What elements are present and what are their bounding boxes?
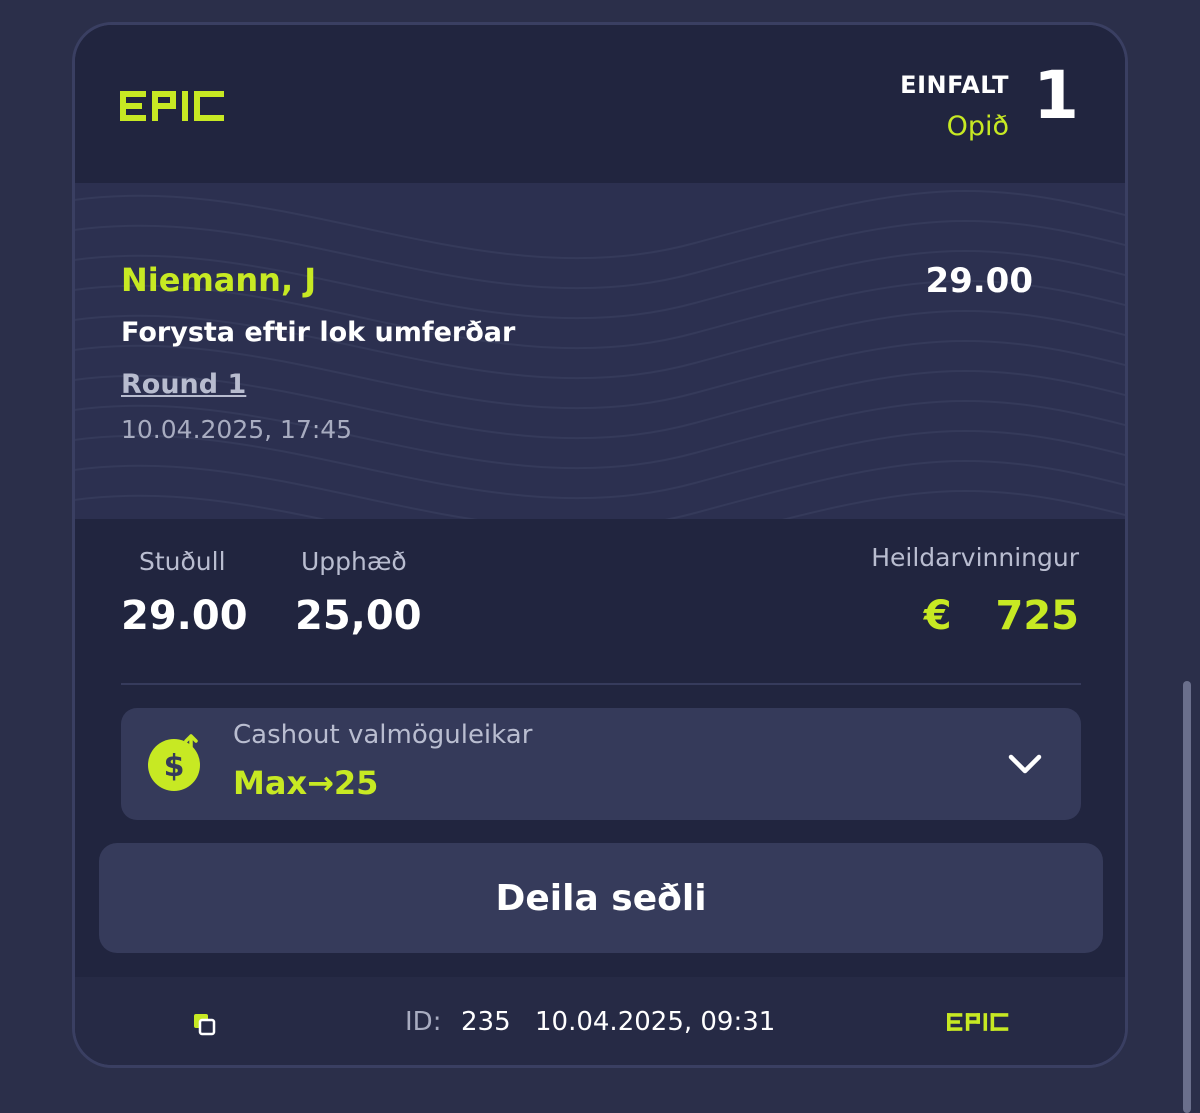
epic-logo xyxy=(120,91,224,121)
cashout-title: Cashout valmöguleikar xyxy=(233,720,533,750)
bet-slip-footer: ID: 235 10.04.2025, 09:31 xyxy=(75,977,1125,1065)
chevron-down-icon[interactable] xyxy=(1005,744,1045,784)
divider xyxy=(121,683,1081,685)
bet-slip-card: EINFALT Opið 1 Niemann, J Forysta eftir … xyxy=(72,22,1128,1068)
event-link[interactable]: Round 1 xyxy=(121,369,246,400)
winnings-amount: € 725 xyxy=(924,593,1079,639)
selection-odds: 29.00 xyxy=(925,261,1033,301)
id-label: ID: xyxy=(405,1007,442,1037)
epic-logo-small xyxy=(947,1013,1009,1031)
cashout-options-dropdown[interactable]: $ Cashout valmöguleikar Max→25 xyxy=(121,708,1081,820)
scrollbar[interactable] xyxy=(1183,681,1191,1113)
winnings-value: 725 xyxy=(995,593,1080,639)
odds-value: 29.00 xyxy=(121,593,248,639)
winnings-label: Heildarvinningur xyxy=(871,543,1079,572)
wave-pattern xyxy=(75,190,1125,519)
selection-count: 1 xyxy=(1033,57,1079,134)
share-slip-button[interactable]: Deila seðli xyxy=(99,843,1103,953)
selection-player: Niemann, J xyxy=(121,261,317,299)
stake-label: Upphæð xyxy=(301,547,407,576)
currency-symbol: € xyxy=(923,593,952,639)
stake-value: 25,00 xyxy=(295,593,422,639)
cashout-value: Max→25 xyxy=(233,764,379,802)
bet-type: EINFALT xyxy=(900,71,1009,99)
selection-market: Forysta eftir lok umferðar xyxy=(121,317,516,348)
odds-label: Stuðull xyxy=(139,547,226,576)
event-time: 10.04.2025, 17:45 xyxy=(121,415,353,444)
svg-text:$: $ xyxy=(164,749,185,784)
bet-id: 235 xyxy=(461,1007,511,1037)
dollar-arrow-icon: $ xyxy=(148,734,200,791)
bet-slip-header: EINFALT Opið 1 xyxy=(75,25,1125,183)
placed-time: 10.04.2025, 09:31 xyxy=(535,1007,776,1037)
copy-icon[interactable] xyxy=(191,1011,217,1037)
selection-panel: Niemann, J Forysta eftir lok umferðar Ro… xyxy=(75,183,1125,519)
bet-status: Opið xyxy=(946,111,1009,142)
